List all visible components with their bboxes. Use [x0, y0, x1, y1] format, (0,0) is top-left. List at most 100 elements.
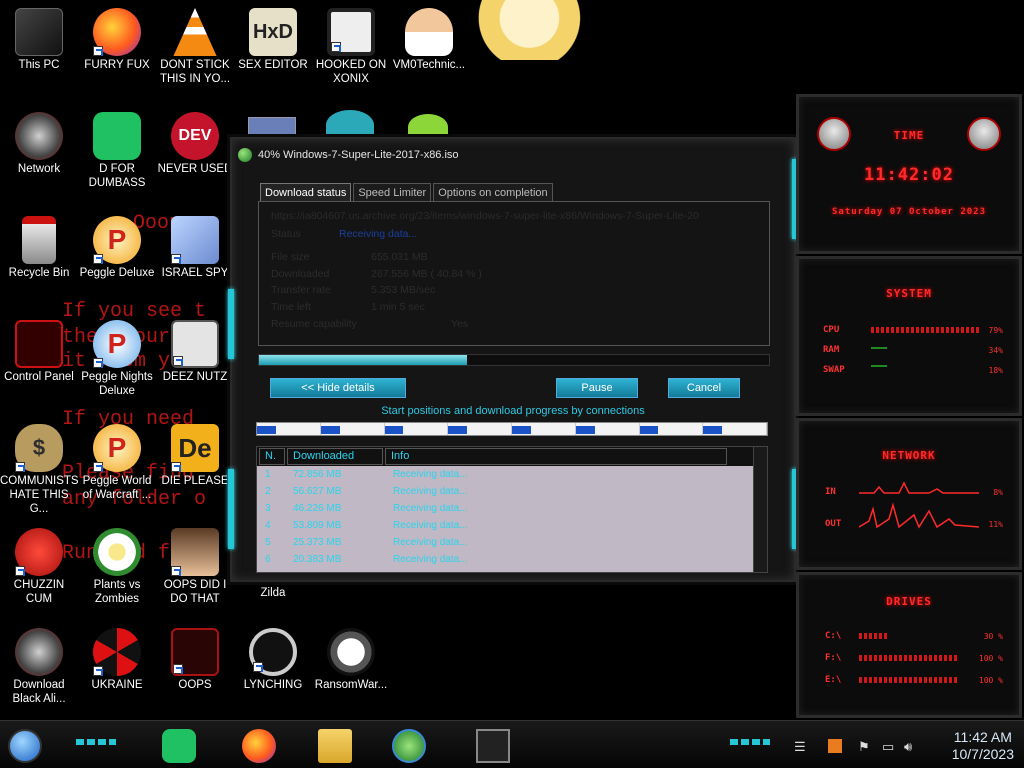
- desktop-icon-black-alien[interactable]: Download Black Ali...: [0, 624, 78, 720]
- status-value: Receiving data...: [339, 228, 418, 240]
- download-progress-bar: [258, 354, 770, 366]
- cpu-meter: [871, 327, 981, 333]
- spy-icon: [171, 216, 219, 264]
- drives-gadget: DRIVES C:\ 30 % F:\ 100 % E:\ 100 %: [796, 572, 1022, 718]
- desktop-icon-israel-spy[interactable]: ISRAEL SPY: [156, 212, 234, 308]
- taskbar-firefox-icon[interactable]: [242, 729, 276, 763]
- tray-network-icon[interactable]: ☰: [794, 739, 806, 755]
- desktop-icon-dont-stick[interactable]: DONT STICK THIS IN YO...: [156, 4, 234, 100]
- desktop-icon-d-for-dumbass[interactable]: D FOR DUMBASS: [78, 108, 156, 204]
- desktop-icon-ukraine[interactable]: UKRAINE: [78, 624, 156, 720]
- transfer-rate-row: Transfer rate 5.353 MB/sec: [271, 284, 435, 296]
- desktop-icon-peggle-nights[interactable]: P Peggle Nights Deluxe: [78, 316, 156, 412]
- hide-details-button[interactable]: << Hide details: [270, 378, 406, 398]
- column-header-n[interactable]: N.: [259, 448, 285, 465]
- drive-value: 100 %: [978, 676, 1003, 685]
- desktop-icon-pvz[interactable]: Plants vs Zombies: [78, 524, 156, 620]
- de-icon: De: [171, 424, 219, 472]
- connection-segment: [639, 423, 704, 435]
- cell-n: 2: [265, 486, 271, 497]
- cell-info: Receiving data...: [393, 554, 468, 565]
- drive-label: F:\: [825, 653, 842, 663]
- desktop-icon-xonix[interactable]: HOOKED ON XONIX: [312, 4, 390, 100]
- connection-segment: [448, 423, 512, 435]
- downloaded-label: Downloaded: [271, 268, 330, 280]
- start-button[interactable]: [8, 729, 42, 763]
- table-row[interactable]: 6 20.383 MB Receiving data...: [257, 551, 767, 568]
- column-header-downloaded[interactable]: Downloaded: [287, 448, 383, 465]
- connections-segment-bar: [256, 422, 768, 436]
- computer-icon: [15, 8, 63, 56]
- desktop-icon-oops[interactable]: OOPS: [156, 624, 234, 720]
- cell-info: Receiving data...: [393, 469, 468, 480]
- tab-download-status[interactable]: Download status: [260, 183, 352, 202]
- window-title: 40% Windows-7-Super-Lite-2017-x86.iso: [258, 149, 459, 161]
- table-row[interactable]: 4 53.809 MB Receiving data...: [257, 517, 767, 534]
- taskbar-clock[interactable]: 11:42 AM 10/7/2023: [952, 729, 1014, 763]
- desktop-icon-never-used[interactable]: DEV NEVER USED: [156, 108, 234, 204]
- tray-display-icon[interactable]: ▭: [882, 739, 894, 755]
- file-size-row: File size 655.031 MB: [271, 251, 428, 263]
- icon-label: D FOR DUMBASS: [88, 163, 146, 189]
- window-frame-accent: [228, 469, 234, 549]
- desktop-icon-network[interactable]: Network: [0, 108, 78, 204]
- desktop-icon-die-please[interactable]: De DIE PLEASE: [156, 420, 234, 516]
- cell-downloaded: 25.373 MB: [293, 537, 342, 548]
- desktop-icon-sex-editor[interactable]: HxD SEX EDITOR: [234, 4, 312, 100]
- time-left-label: Time left: [271, 301, 311, 313]
- desktop-icon-lynching[interactable]: LYNCHING: [234, 624, 312, 720]
- network-in-label: IN: [825, 487, 836, 497]
- tray-app-icon[interactable]: [828, 739, 842, 753]
- desktop-icon-this-pc[interactable]: This PC: [0, 4, 78, 100]
- table-row[interactable]: 1 72.856 MB Receiving data...: [257, 466, 767, 483]
- network-out-label: OUT: [825, 519, 842, 529]
- cell-info: Receiving data...: [393, 520, 468, 531]
- drive-meter: [859, 655, 959, 661]
- window-titlebar[interactable]: 40% Windows-7-Super-Lite-2017-x86.iso: [238, 143, 788, 167]
- desktop-icon-peggle-deluxe[interactable]: P Peggle Deluxe: [78, 212, 156, 308]
- cell-info: Receiving data...: [393, 537, 468, 548]
- desktop-icon-furry-fux[interactable]: FURRY FUX: [78, 4, 156, 100]
- desktop-icon-recycle-bin[interactable]: Recycle Bin: [0, 212, 78, 308]
- table-row[interactable]: 3 46.226 MB Receiving data...: [257, 500, 767, 517]
- icon-label: OOPS: [178, 679, 212, 691]
- table-row[interactable]: 5 25.373 MB Receiving data...: [257, 534, 767, 551]
- desktop-icon-vm0[interactable]: VM0Technic...: [390, 4, 468, 100]
- taskbar-file-explorer-icon[interactable]: [318, 729, 352, 763]
- icon-label: DEEZ NUTZ: [162, 371, 228, 383]
- connections-table: N. Downloaded Info 1 72.856 MB Receiving d…: [256, 446, 768, 573]
- cpu-label: CPU: [823, 325, 840, 335]
- radiation-icon: [93, 628, 141, 676]
- resume-label: Resume capability: [271, 318, 357, 330]
- alien-network-icon: [15, 112, 63, 160]
- desktop-icon-control-panel[interactable]: Control Panel: [0, 316, 78, 412]
- desktop-icon-oops-did-i[interactable]: OOPS DID I DO THAT: [156, 524, 234, 620]
- tab-speed-limiter[interactable]: Speed Limiter: [353, 183, 432, 202]
- tray-volume-icon[interactable]: 🔊︎: [904, 739, 912, 755]
- icon-label: NEVER USED: [157, 163, 233, 175]
- table-scrollbar[interactable]: [753, 447, 767, 572]
- tab-bar: Download status Speed Limiter Options on…: [260, 183, 553, 202]
- desktop-icon-ransomware[interactable]: RansomWar...: [312, 624, 390, 720]
- desktop-icon-communists[interactable]: $ COMMUNISTS HATE THIS G...: [0, 420, 79, 516]
- icon-label: COMMUNISTS HATE THIS G...: [0, 475, 79, 515]
- desktop-icon-deez-nutz[interactable]: DEEZ NUTZ: [156, 316, 234, 412]
- taskbar-idm-icon[interactable]: [392, 729, 426, 763]
- money-bag-icon: $: [15, 424, 63, 472]
- cell-downloaded: 56.627 MB: [293, 486, 342, 497]
- desktop-icon-chuzzin[interactable]: CHUZZIN CUM: [0, 524, 78, 620]
- desktop-icon-peggle-wow[interactable]: P Peggle World of Warcraft ...: [78, 420, 156, 516]
- drive-meter: [859, 633, 889, 639]
- alien-head-icon: [967, 117, 1001, 151]
- table-row[interactable]: 2 56.627 MB Receiving data...: [257, 483, 767, 500]
- taskbar-app-icon[interactable]: [476, 729, 510, 763]
- tray-flag-icon[interactable]: ⚑: [858, 739, 870, 755]
- column-header-info[interactable]: Info: [385, 448, 727, 465]
- taskbar-green-chat-icon[interactable]: [162, 729, 196, 763]
- cancel-button[interactable]: Cancel: [668, 378, 740, 398]
- icon-label: Peggle Nights Deluxe: [81, 371, 153, 397]
- tab-options-on-completion[interactable]: Options on completion: [433, 183, 553, 202]
- pause-button[interactable]: Pause: [556, 378, 638, 398]
- file-size-value: 655.031 MB: [371, 251, 428, 263]
- peggle-icon: P: [93, 216, 141, 264]
